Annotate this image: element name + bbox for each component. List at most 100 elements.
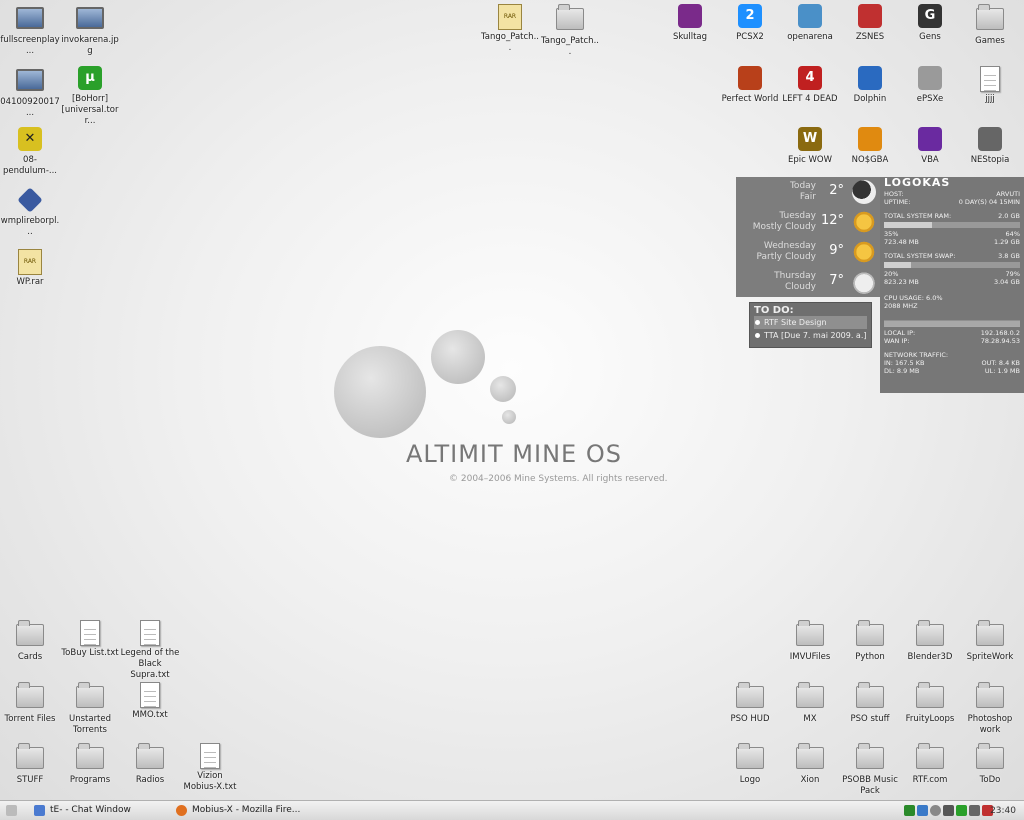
desktop-icon-vba[interactable]: VBA — [900, 127, 960, 166]
vba-app-icon — [918, 127, 942, 151]
desktop-icon-invokarena-jpg[interactable]: invokarena.jpg — [60, 4, 120, 57]
desktop-icon-rtf-com[interactable]: RTF.com — [900, 743, 960, 786]
desktop-icon-python[interactable]: Python — [840, 620, 900, 663]
desktop-icon-zsnes[interactable]: ZSNES — [840, 4, 900, 43]
image-file-icon — [16, 69, 44, 91]
desktop-icon-label: Torrent Files — [4, 714, 56, 724]
gens-app-icon: G — [918, 4, 942, 28]
sysmon-cpu-freq: 2088 MHZ — [884, 302, 918, 310]
weather-condition: Cloudy — [784, 282, 816, 292]
desktop-icon-bohorr-universal-torr[interactable]: µ [BoHorr] [universal.torr... — [60, 66, 120, 127]
desktop-icon-openarena[interactable]: openarena — [780, 4, 840, 43]
weather-day: Thursday Cloudy — [774, 271, 816, 293]
tray-disk-icon[interactable] — [930, 805, 941, 816]
desktop-icon-spritework[interactable]: SpriteWork — [960, 620, 1020, 663]
desktop-icon-08-pendulum[interactable]: ✕ 08-pendulum-... — [0, 127, 60, 177]
desktop-icon-label: ToDo — [979, 775, 1001, 785]
desktop-icon-epsxe[interactable]: ePSXe — [900, 66, 960, 105]
desktop-icon-cards[interactable]: Cards — [0, 620, 60, 663]
desktop-icon-pso-hud[interactable]: PSO HUD — [720, 682, 780, 725]
show-desktop-button[interactable] — [6, 803, 17, 818]
taskbar-clock[interactable]: 23:40 — [990, 804, 1016, 819]
tray-network-icon[interactable] — [917, 805, 928, 816]
weather-day-row: Wednesday Partly Cloudy 9° — [736, 237, 880, 267]
desktop-icon-psobb-music-pack[interactable]: PSOBB Music Pack — [840, 743, 900, 797]
sysmon-ram-total: 2.0 GB — [998, 212, 1020, 220]
desktop-icon-pso-stuff[interactable]: PSO stuff — [840, 682, 900, 725]
folder-icon — [976, 743, 1004, 769]
desktop-icon-stuff[interactable]: STUFF — [0, 743, 60, 786]
desktop-icon-programs[interactable]: Programs — [60, 743, 120, 786]
desktop-icon-pcsx2[interactable]: 2 PCSX2 — [720, 4, 780, 43]
todo-item[interactable]: TTA [Due 7. mai 2009. a.] — [754, 329, 867, 342]
desktop-icon-games[interactable]: Games — [960, 4, 1020, 47]
desktop-icon-legend-of-the-black-supra-txt[interactable]: Legend of the Black Supra.txt — [120, 620, 180, 681]
desktop-icon-glyph — [16, 187, 44, 214]
desktop-icon-wmplireborpl[interactable]: wmplireborpl... — [0, 187, 60, 238]
tray-volume-icon[interactable] — [969, 805, 980, 816]
desktop-icon-epic-wow[interactable]: W Epic WOW — [780, 127, 840, 166]
desktop-icon-glyph — [976, 127, 1004, 153]
desktop-icon-label: Games — [975, 36, 1005, 46]
weather-temp: 7° — [829, 273, 844, 288]
desktop-icon-tango-patch[interactable]: RAR Tango_Patch... — [480, 4, 540, 54]
desktop-icon-nestopia[interactable]: NEStopia — [960, 127, 1020, 166]
tray-monitor-icon[interactable] — [943, 805, 954, 816]
tray-utorrent-icon[interactable] — [956, 805, 967, 816]
desktop-icon-glyph — [136, 682, 164, 708]
sysmon-net-dl: DL: 8.9 MB — [884, 367, 920, 375]
folder-icon — [16, 743, 44, 769]
desktop-icon-no-gba[interactable]: NO$GBA — [840, 127, 900, 166]
weather-day-name: Tuesday — [779, 211, 816, 221]
desktop-icon-fruityloops[interactable]: FruityLoops — [900, 682, 960, 725]
desktop-icon-left-4-dead[interactable]: 4 LEFT 4 DEAD — [780, 66, 840, 105]
weather-widget[interactable]: Today Fair 2° Tuesday Mostly Cloudy 12° Wednes… — [736, 177, 880, 297]
sysmon-swap-label: TOTAL SYSTEM SWAP: — [884, 252, 956, 260]
desktop-icon-photoshop-work[interactable]: Photoshop work — [960, 682, 1020, 736]
desktop-icon-todo[interactable]: ToDo — [960, 743, 1020, 786]
desktop-icon-tobuy-list-txt[interactable]: ToBuy List.txt — [60, 620, 120, 659]
desktop-icon-torrent-files[interactable]: Torrent Files — [0, 682, 60, 725]
desktop-icon-gens[interactable]: G Gens — [900, 4, 960, 43]
desktop-icon-jjjj[interactable]: jjjj — [960, 66, 1020, 105]
desktop-icon-glyph — [556, 4, 584, 34]
desktop-icon-perfect-world[interactable]: Perfect World — [720, 66, 780, 105]
desktop-icon-unstarted-torrents[interactable]: Unstarted Torrents — [60, 682, 120, 736]
desktop-icon-fullscreenplay[interactable]: fullscreenplay... — [0, 4, 60, 57]
zsnes-app-icon — [858, 4, 882, 28]
sysmon-swap-free: 3.04 GB — [993, 278, 1020, 286]
utorrent-icon: µ — [78, 66, 102, 90]
desktop-icon-imvufiles[interactable]: IMVUFiles — [780, 620, 840, 663]
desktop-icon-mmo-txt[interactable]: MMO.txt — [120, 682, 180, 721]
wallpaper-brand: ALTIMIT MINE OS — [406, 440, 622, 468]
ram-usage-fill — [884, 222, 932, 228]
weather-cloud-icon — [852, 270, 876, 294]
desktop-icon-radios[interactable]: Radios — [120, 743, 180, 786]
sysmon-hostname: LOGOKAS — [884, 176, 951, 189]
desktop-icon-vizion-mobius-x-txt[interactable]: Vizion Mobius-X.txt — [180, 743, 240, 793]
weather-day: Today Fair — [790, 181, 816, 203]
desktop-icon-blender3d[interactable]: Blender3D — [900, 620, 960, 663]
sysmon-host-value: ARVUTI — [996, 190, 1020, 198]
text-file-icon — [140, 620, 160, 646]
desktop-icon-xion[interactable]: Xion — [780, 743, 840, 786]
todo-widget[interactable]: TO DO: RTF Site Design TTA [Due 7. mai 2… — [749, 302, 872, 348]
todo-item[interactable]: RTF Site Design — [754, 316, 867, 329]
sysmon-local-ip-label: LOCAL IP: — [884, 329, 916, 337]
sysmon-wan-ip: 78.28.94.53 — [980, 337, 1020, 345]
desktop-icon-04100920017[interactable]: 04100920017... — [0, 66, 60, 119]
desktop-icon-logo[interactable]: Logo — [720, 743, 780, 786]
tray-tools-icon[interactable] — [904, 805, 915, 816]
sysmon-cpu-label: CPU USAGE: 6.0% — [884, 294, 943, 302]
taskbar-button-chat[interactable]: tE- - Chat Window — [32, 803, 180, 818]
desktop-icon-mx[interactable]: MX — [780, 682, 840, 725]
left-4-dead-app-icon: 4 — [798, 66, 822, 90]
desktop-icon-wp-rar[interactable]: RAR WP.rar — [0, 249, 60, 288]
taskbar-button-firefox[interactable]: Mobius-X - Mozilla Fire... — [174, 803, 322, 818]
folder-icon — [16, 682, 44, 708]
system-monitor-widget[interactable]: LOGOKAS HOST: ARVUTI UPTIME: 0 DAY(S) 04 1… — [880, 177, 1024, 393]
desktop-icon-tango-patch[interactable]: Tango_Patch... — [540, 4, 600, 58]
desktop-icon-skulltag[interactable]: Skulltag — [660, 4, 720, 43]
desktop-icon-label: ToBuy List.txt — [61, 648, 119, 658]
desktop-icon-dolphin[interactable]: Dolphin — [840, 66, 900, 105]
